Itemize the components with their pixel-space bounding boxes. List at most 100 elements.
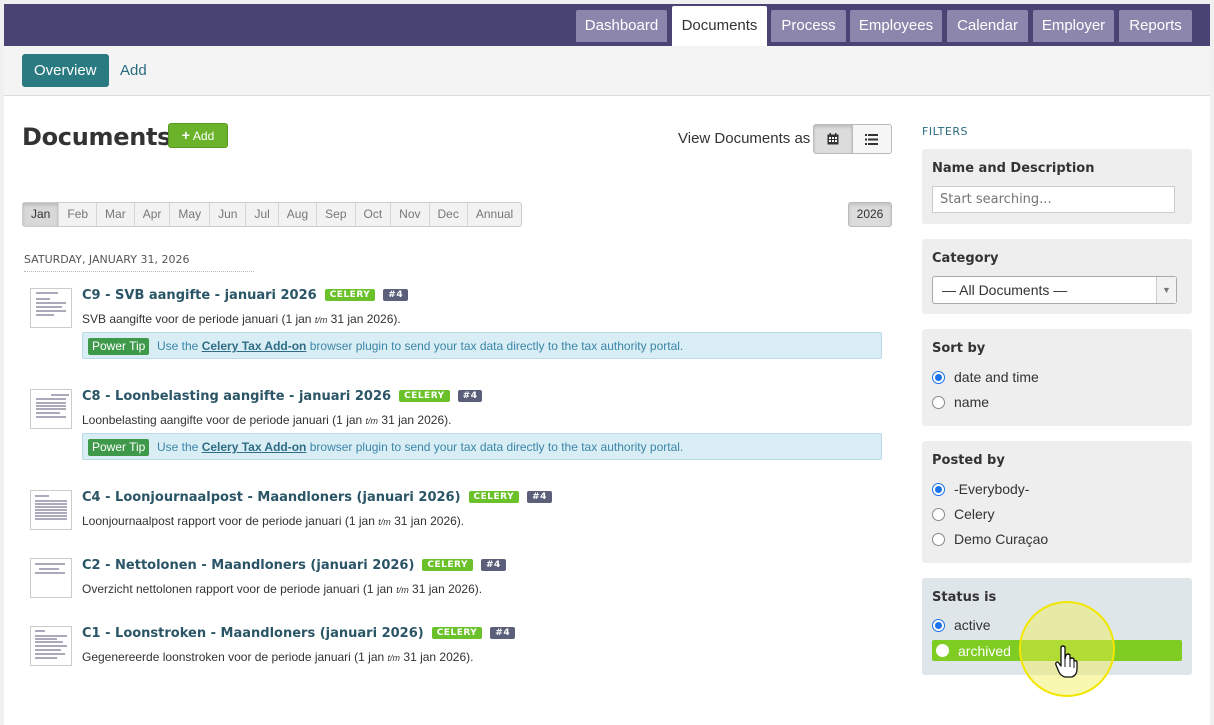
status-active-radio[interactable]: active — [932, 615, 991, 635]
document-title: C2 - Nettolonen - Maandloners (januari 2… — [82, 558, 415, 573]
filters-heading: FILTERS — [922, 125, 968, 138]
month-jan[interactable]: Jan — [23, 203, 60, 226]
document-thumbnail[interactable] — [30, 626, 72, 666]
document-title-link[interactable]: C4 - Loonjournaalpost - Maandloners (jan… — [82, 490, 552, 505]
plus-icon: + — [181, 127, 190, 143]
month-feb[interactable]: Feb — [59, 203, 98, 226]
source-badge: CELERY — [431, 627, 483, 639]
sort-name-radio[interactable]: name — [932, 392, 989, 412]
month-apr[interactable]: Apr — [135, 203, 171, 226]
category-selected-value: — All Documents — — [942, 282, 1068, 298]
radio-selected-icon — [932, 482, 945, 496]
power-tip: Power Tip Use the Celery Tax Add-on brow… — [82, 433, 882, 460]
calendar-view-button[interactable] — [814, 125, 853, 153]
radio-label: active — [954, 617, 991, 633]
document-description: Loonjournaalpost rapport voor de periode… — [82, 514, 465, 528]
radio-label: Celery — [954, 506, 995, 522]
document-title-link[interactable]: C1 - Loonstroken - Maandloners (januari … — [82, 626, 516, 641]
sub-navigation: Overview Add — [4, 46, 1210, 96]
power-tip: Power Tip Use the Celery Tax Add-on brow… — [82, 332, 882, 359]
add-document-button[interactable]: + Add — [168, 123, 228, 148]
document-title-link[interactable]: C2 - Nettolonen - Maandloners (januari 2… — [82, 558, 506, 573]
document-thumbnail[interactable] — [30, 490, 72, 530]
month-dec[interactable]: Dec — [430, 203, 468, 226]
tab-employer[interactable]: Employer — [1033, 10, 1114, 42]
source-badge: CELERY — [468, 491, 520, 503]
tab-calendar[interactable]: Calendar — [947, 10, 1028, 42]
number-badge: #4 — [527, 491, 552, 503]
radio-label: Demo Curaçao — [954, 531, 1049, 547]
filter-sort-by: Sort by date and time name — [922, 329, 1192, 426]
overview-button[interactable]: Overview — [22, 54, 109, 87]
radio-selected-icon — [932, 370, 945, 384]
tab-reports[interactable]: Reports — [1119, 10, 1192, 42]
radio-empty-icon — [932, 395, 945, 409]
document-description: SVB aangifte voor de periode januari (1 … — [82, 312, 401, 326]
month-oct[interactable]: Oct — [356, 203, 392, 226]
power-tip-label: Power Tip — [88, 338, 150, 355]
radio-empty-icon — [932, 507, 945, 521]
power-tip-text: Use the Celery Tax Add-on browser plugin… — [157, 339, 684, 353]
posted-celery-radio[interactable]: Celery — [932, 504, 994, 524]
year-button[interactable]: 2026 — [848, 202, 892, 227]
day-header: SATURDAY, JANUARY 31, 2026 — [24, 253, 254, 272]
document-title-link[interactable]: C8 - Loonbelasting aangifte - januari 20… — [82, 389, 483, 404]
status-archived-radio[interactable]: archived — [932, 640, 1182, 661]
document-description: Gegenereerde loonstroken voor de periode… — [82, 650, 474, 664]
list-icon — [865, 133, 879, 145]
month-nov[interactable]: Nov — [391, 203, 430, 226]
number-badge: #4 — [481, 559, 506, 571]
filter-name-description: Name and Description — [922, 149, 1192, 224]
tab-employees[interactable]: Employees — [850, 10, 942, 42]
radio-label: -Everybody- — [954, 481, 1030, 497]
celery-tax-addon-link[interactable]: Celery Tax Add-on — [202, 440, 307, 454]
month-sep[interactable]: Sep — [317, 203, 356, 226]
number-badge: #4 — [457, 390, 483, 402]
document-title: C1 - Loonstroken - Maandloners (januari … — [82, 626, 424, 641]
month-may[interactable]: May — [170, 203, 211, 226]
month-jul[interactable]: Jul — [246, 203, 279, 226]
filter-label: Category — [932, 251, 999, 266]
month-mar[interactable]: Mar — [97, 203, 135, 226]
month-annual[interactable]: Annual — [468, 203, 521, 226]
source-badge: CELERY — [324, 289, 376, 301]
sort-date-radio[interactable]: date and time — [932, 367, 1039, 387]
view-toggle — [813, 124, 892, 154]
filter-label: Status is — [932, 590, 997, 605]
document-thumbnail[interactable] — [30, 558, 72, 598]
number-badge: #4 — [383, 289, 409, 301]
tab-documents[interactable]: Documents — [672, 6, 767, 46]
category-select[interactable]: — All Documents — ▼ — [932, 276, 1177, 304]
posted-everybody-radio[interactable]: -Everybody- — [932, 479, 1029, 499]
power-tip-label: Power Tip — [88, 439, 150, 456]
search-input[interactable] — [932, 186, 1175, 213]
month-aug[interactable]: Aug — [279, 203, 318, 226]
number-badge: #4 — [490, 627, 516, 639]
tab-dashboard[interactable]: Dashboard — [576, 10, 667, 42]
radio-empty-icon — [936, 644, 949, 657]
document-description: Loonbelasting aangifte voor de periode j… — [82, 413, 452, 427]
tab-process[interactable]: Process — [771, 10, 846, 42]
chevron-down-icon: ▼ — [1156, 277, 1176, 303]
view-as-label: View Documents as — [678, 130, 811, 147]
list-view-button[interactable] — [853, 125, 892, 153]
document-thumbnail[interactable] — [30, 288, 72, 328]
celery-tax-addon-link[interactable]: Celery Tax Add-on — [202, 339, 307, 353]
document-title-link[interactable]: C9 - SVB aangifte - januari 2026 CELERY #4 — [82, 288, 409, 303]
calendar-icon — [827, 133, 839, 145]
posted-demo-radio[interactable]: Demo Curaçao — [932, 529, 1048, 549]
filter-label: Name and Description — [932, 161, 1095, 176]
document-title: C9 - SVB aangifte - januari 2026 — [82, 288, 317, 303]
top-navigation-bar: Dashboard Documents Process Employees Ca… — [4, 4, 1210, 46]
radio-label: name — [954, 394, 990, 410]
document-title: C8 - Loonbelasting aangifte - januari 20… — [82, 389, 392, 404]
filter-label: Sort by — [932, 341, 986, 356]
document-thumbnail[interactable] — [30, 389, 72, 429]
month-jun[interactable]: Jun — [210, 203, 247, 226]
filter-posted-by: Posted by -Everybody- Celery Demo Curaça… — [922, 441, 1192, 563]
filter-category: Category — All Documents — ▼ — [922, 239, 1192, 314]
add-button-label: Add — [192, 129, 215, 143]
add-link[interactable]: Add — [120, 54, 147, 87]
source-badge: CELERY — [399, 390, 450, 402]
filter-status: Status is active archived — [922, 578, 1192, 675]
